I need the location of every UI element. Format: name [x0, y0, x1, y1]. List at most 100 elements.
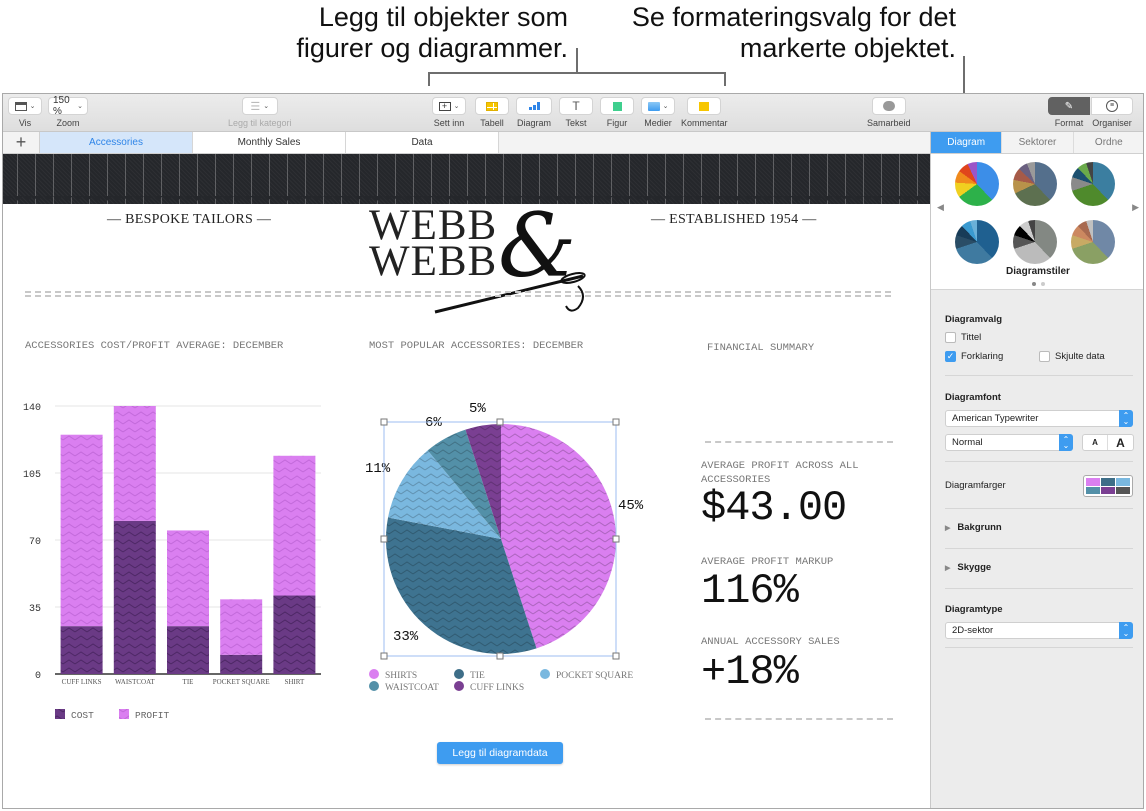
- chart-font-heading: Diagramfont: [945, 392, 1001, 403]
- page-dot-1[interactable]: [1032, 282, 1036, 286]
- format-button[interactable]: ✎ Format: [1048, 97, 1090, 128]
- bar-cost-tie[interactable]: [167, 626, 209, 674]
- decrease-font-size-button[interactable]: A: [1083, 435, 1108, 450]
- stepper-arrows-icon: ⌃ ⌄: [1059, 434, 1073, 451]
- hidden-data-checkbox[interactable]: Skjulte data: [1039, 351, 1105, 362]
- y-tick-label: 0: [35, 671, 41, 682]
- resize-handle[interactable]: [496, 418, 504, 426]
- organize-label: Organiser: [1092, 118, 1132, 128]
- inspector-tab-wedges[interactable]: Sektorer: [1002, 132, 1074, 153]
- bar-chart-title: ACCESSORIES COST/PROFIT AVERAGE: DECEMBE…: [25, 340, 284, 352]
- bar-profit-cuff-links[interactable]: [60, 434, 103, 627]
- text-button[interactable]: T Tekst: [559, 97, 593, 128]
- resize-handle[interactable]: [612, 652, 620, 660]
- insert-label: Sett inn: [433, 118, 465, 128]
- header-divider: [25, 291, 891, 297]
- chevron-left-icon[interactable]: ◀: [937, 202, 944, 213]
- bar-profit-waistcoat[interactable]: [113, 406, 156, 521]
- add-sheet-button[interactable]: +: [3, 132, 40, 153]
- zoom-button[interactable]: 150 % ⌄ Zoom: [48, 95, 88, 128]
- resize-handle[interactable]: [380, 535, 388, 543]
- title-checkbox[interactable]: Tittel: [945, 332, 981, 343]
- resize-handle[interactable]: [496, 652, 504, 660]
- table-button[interactable]: Tabell: [475, 97, 509, 128]
- font-style-select[interactable]: Normal ⌃ ⌄: [945, 434, 1073, 451]
- insert-button[interactable]: + ⌄ Sett inn: [432, 97, 466, 128]
- legend-label-cuff-links: CUFF LINKS: [470, 683, 524, 693]
- chart-type-select[interactable]: 2D-sektor ⌃ ⌄: [945, 622, 1133, 639]
- color-swatch-cell: [1101, 478, 1115, 486]
- x-tick-label: CUFF LINKS: [62, 678, 102, 686]
- media-label: Medier: [644, 118, 672, 128]
- disclosure-triangle-icon: ▶: [945, 564, 951, 572]
- callout-bracket-stem: [576, 48, 578, 73]
- bar-profit-pocket-square[interactable]: [220, 599, 263, 655]
- chart-colors-button[interactable]: [1083, 475, 1133, 497]
- tab-data[interactable]: Data: [346, 132, 499, 153]
- chevron-right-icon[interactable]: ▶: [1132, 202, 1139, 213]
- callout-bracket-bar: [428, 72, 726, 74]
- chart-style-5[interactable]: [1013, 220, 1057, 264]
- callout-bracket-right: [724, 72, 726, 86]
- table-icon: [486, 101, 498, 111]
- tab-monthly-sales[interactable]: Monthly Sales: [193, 132, 346, 153]
- inspector-tab-chart[interactable]: Diagram: [931, 132, 1003, 153]
- background-disclosure[interactable]: ▶ Bakgrunn: [945, 522, 1002, 533]
- shadow-disclosure[interactable]: ▶ Skygge: [945, 562, 991, 573]
- bar-profit-shirt[interactable]: [273, 455, 316, 596]
- stepper-arrows-icon: ⌃ ⌄: [1119, 622, 1133, 639]
- shape-button[interactable]: Figur: [600, 97, 634, 128]
- bar-cost-waistcoat[interactable]: [113, 520, 156, 674]
- bar-profit-tie[interactable]: [167, 530, 209, 627]
- chart-style-2[interactable]: [1013, 162, 1057, 206]
- x-tick-label: WAISTCOAT: [115, 678, 155, 686]
- y-tick-label: 140: [23, 403, 41, 414]
- format-label: Format: [1054, 118, 1084, 128]
- legend-label-cost: COST: [71, 710, 94, 721]
- y-tick-label: 70: [29, 537, 41, 548]
- chart-style-4[interactable]: [955, 220, 999, 264]
- legend-dot-shirts: [369, 669, 379, 679]
- legend-checkbox[interactable]: ✓ Forklaring: [945, 351, 1003, 362]
- chart-style-1[interactable]: [955, 162, 999, 206]
- legend-label-profit: PROFIT: [135, 710, 170, 721]
- checkbox-title[interactable]: [945, 332, 956, 343]
- view-button[interactable]: ⌄ Vis: [8, 97, 42, 128]
- pie-chart-title: MOST POPULAR ACCESSORIES: DECEMBER: [369, 340, 584, 352]
- resize-handle[interactable]: [612, 418, 620, 426]
- sheet-tab-bar: + Accessories Monthly Sales Data: [3, 132, 930, 154]
- resize-handle[interactable]: [612, 535, 620, 543]
- chart-style-3[interactable]: [1071, 162, 1115, 206]
- x-tick-label: POCKET SQUARE: [213, 678, 270, 686]
- resize-handle[interactable]: [380, 418, 388, 426]
- chart-button[interactable]: Diagram: [516, 97, 552, 128]
- font-family-select[interactable]: American Typewriter ⌃ ⌄: [945, 410, 1133, 427]
- avg-markup-value: 116%: [701, 567, 799, 615]
- comment-button[interactable]: Kommentar: [681, 97, 728, 128]
- bar-chart[interactable]: 0 35 70 105 140 CUFF LINKS WAISTCOAT TIE POCKET …: [3, 394, 343, 724]
- x-tick-label: TIE: [183, 678, 194, 686]
- checkbox-legend[interactable]: ✓: [945, 351, 956, 362]
- bar-cost-pocket-square[interactable]: [220, 654, 263, 674]
- tab-accessories[interactable]: Accessories: [40, 132, 193, 153]
- color-swatch-cell: [1116, 478, 1130, 486]
- legend-dot-tie: [454, 669, 464, 679]
- add-chart-data-button[interactable]: Legg til diagramdata: [437, 742, 563, 764]
- media-button[interactable]: ⌄ Medier: [641, 97, 675, 128]
- pie-value-label: 6%: [425, 415, 442, 431]
- pie-chart[interactable]: 45% 33% 11% 6% 5% SHIRTS TIE POCKET SQUARE WAIST…: [353, 384, 673, 714]
- bar-cost-shirt[interactable]: [273, 595, 316, 674]
- comment-icon: [699, 101, 710, 111]
- resize-handle[interactable]: [380, 652, 388, 660]
- increase-font-size-button[interactable]: A: [1108, 435, 1133, 450]
- bar-cost-cuff-links[interactable]: [60, 626, 103, 674]
- organize-button[interactable]: ≡ Organiser: [1091, 97, 1133, 128]
- chart-style-6[interactable]: [1071, 220, 1115, 264]
- legend-checkbox-label: Forklaring: [961, 351, 1004, 362]
- collaborate-button[interactable]: Samarbeid: [867, 97, 911, 128]
- add-category-button[interactable]: ☰ ⌄ Legg til kategori: [228, 97, 292, 128]
- inspector-tab-arrange[interactable]: Ordne: [1073, 132, 1143, 153]
- page-dot-2[interactable]: [1041, 282, 1045, 286]
- checkbox-hidden-data[interactable]: [1039, 351, 1050, 362]
- chevron-down-icon: ⌄: [662, 103, 669, 110]
